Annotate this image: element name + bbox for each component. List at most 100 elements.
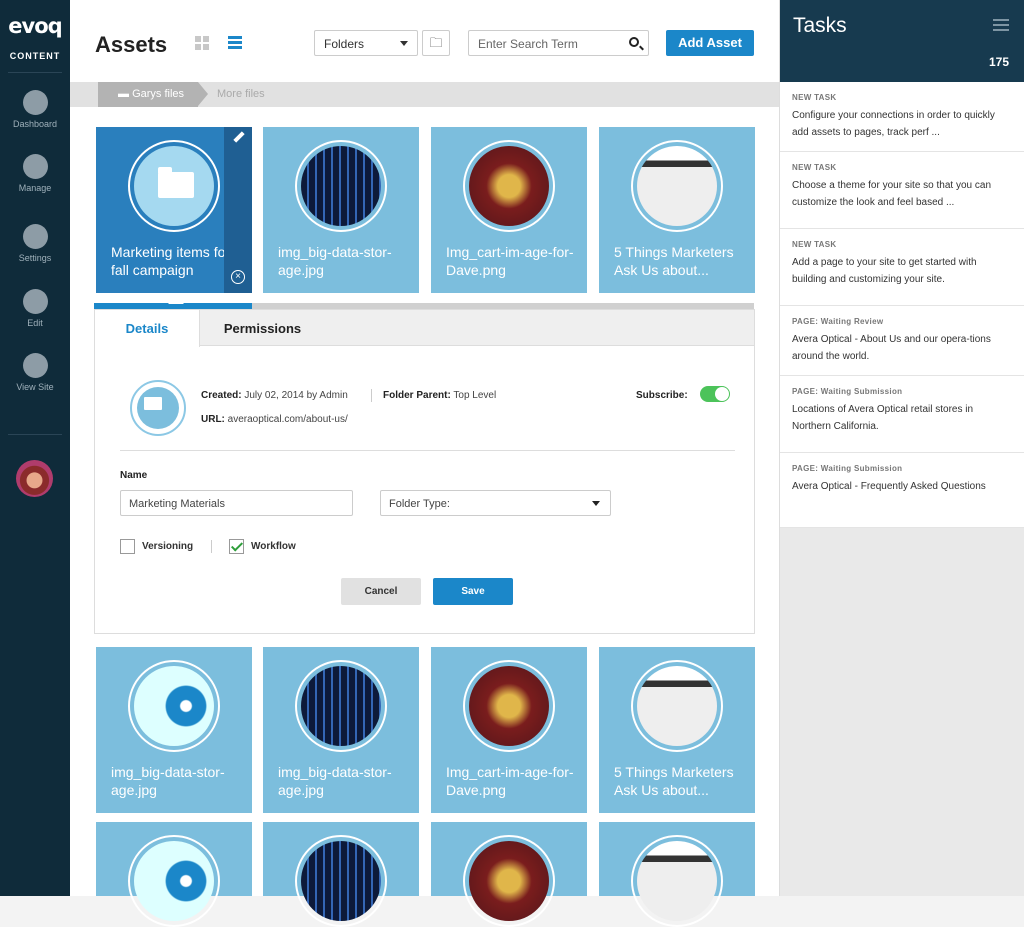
folders-select-value: Folders [324,37,365,51]
folder-plus-icon: 🗀 [429,35,443,50]
asset-name: Marketing items for fall campaign [111,244,231,278]
asset-tile[interactable]: Img_cart-im-age-for-Dave.png [431,127,587,293]
sidebar-item-label: Dashboard [12,119,58,129]
asset-thumbnail [631,835,723,927]
versioning-label: Versioning [142,541,194,552]
exit-arrow-icon [22,353,48,378]
task-item[interactable]: PAGE: Waiting Submission Locations of Av… [780,376,1024,453]
asset-thumbnail [128,660,220,752]
sidebar-item-settings[interactable]: Settings [0,224,70,263]
task-item[interactable]: NEW TASK Add a page to your site to get … [780,229,1024,306]
tasks-header: Tasks 175 [780,0,1024,82]
task-text: Add a page to your site to get started w… [792,257,977,285]
tab-details[interactable]: Details [95,310,200,347]
task-text: Configure your connections in order to q… [792,110,995,138]
list-view-icon[interactable] [228,36,242,50]
breadcrumb: ▬ Garys files More files [70,82,779,107]
details-panel: Details Permissions Created: July 02, 20… [94,309,755,634]
parent-label: Folder Parent: [383,390,451,401]
grid-view-icon[interactable] [195,36,209,50]
asset-tile[interactable]: img_big-data-stor-age.jpg [96,647,252,813]
task-tag: NEW TASK [792,240,837,249]
asset-tile[interactable] [96,822,252,927]
dashboard-icon [22,90,48,115]
avatar[interactable] [16,460,53,497]
asset-tile[interactable]: img_big-data-stor-age.jpg [263,647,419,813]
asset-tile[interactable] [431,822,587,927]
asset-thumbnail [128,835,220,927]
asset-name: Img_cart-im-age-for-Dave.png [446,764,574,798]
asset-name: img_big-data-stor-age.jpg [278,244,392,278]
url-meta: URL: averaoptical.com/about-us/ [201,414,348,425]
sidebar-divider [8,434,62,435]
url-label: URL: [201,414,225,425]
sidebar-item-label: Edit [27,318,43,328]
breadcrumb-current-label: Garys files [132,88,185,100]
asset-name: img_big-data-stor-age.jpg [111,764,225,798]
workflow-label: Workflow [251,541,296,552]
new-folder-button[interactable]: 🗀 [422,30,450,56]
menu-icon[interactable] [993,19,1009,31]
cancel-button[interactable]: Cancel [341,578,421,605]
manage-icon [22,154,48,179]
edit-icon[interactable] [233,131,245,143]
name-field[interactable]: Marketing Materials [120,490,353,516]
sidebar-item-dashboard[interactable]: Dashboard [0,90,70,129]
sidebar-item-view-site[interactable]: View Site [0,353,70,392]
asset-tile[interactable]: 5 Things Marketers Ask Us about... [599,127,755,293]
task-item[interactable]: PAGE: Waiting Review Avera Optical - Abo… [780,306,1024,376]
task-item[interactable]: NEW TASK Choose a theme for your site so… [780,152,1024,229]
breadcrumb-next[interactable]: More files [217,82,265,107]
asset-thumbnail [631,660,723,752]
asset-name: 5 Things Marketers Ask Us about... [614,244,734,278]
asset-thumbnail [295,660,387,752]
created-value: July 02, 2014 by Admin [244,390,348,401]
brand-subtitle: CONTENT [9,51,61,61]
asset-tile[interactable]: Img_cart-im-age-for-Dave.png [431,647,587,813]
pencil-icon [22,289,48,314]
sidebar-item-edit[interactable]: Edit [0,289,70,328]
search-placeholder: Enter Search Term [478,37,578,51]
gear-icon [22,224,48,249]
search-icon[interactable] [629,37,639,47]
tasks-count: 175 [988,55,1009,69]
asset-tile[interactable] [263,822,419,927]
task-item[interactable]: NEW TASK Configure your connections in o… [780,82,1024,152]
folder-type-select[interactable]: Folder Type: [380,490,611,516]
breadcrumb-current[interactable]: ▬ Garys files [98,82,208,107]
tab-permissions[interactable]: Permissions [200,310,325,346]
subscribe-toggle[interactable] [700,386,730,402]
folder-icon [158,167,194,198]
asset-tile[interactable] [599,822,755,927]
evoq-logo[interactable]: evoq [0,14,70,38]
left-sidebar: evoq CONTENT Dashboard Manage Settings E… [0,0,70,896]
sidebar-item-label: Manage [18,183,52,193]
url-value: averaoptical.com/about-us/ [227,414,348,425]
versioning-checkbox[interactable] [120,539,135,554]
add-asset-button[interactable]: Add Asset [666,30,754,56]
task-text: Locations of Avera Optical retail stores… [792,404,974,432]
tasks-title: Tasks [793,14,847,37]
created-label: Created: [201,390,242,401]
save-button[interactable]: Save [433,578,513,605]
task-item[interactable]: PAGE: Waiting Submission Avera Optical -… [780,453,1024,528]
task-text: Choose a theme for your site so that you… [792,180,991,208]
search-input[interactable]: Enter Search Term [468,30,649,56]
asset-name: Img_cart-im-age-for-Dave.png [446,244,574,278]
parent-meta: Folder Parent: Top Level [383,390,496,401]
close-icon[interactable]: × [231,270,245,284]
task-text: Avera Optical - About Us and our opera-t… [792,334,991,362]
task-tag: PAGE: Waiting Submission [792,464,903,473]
asset-thumbnail [463,140,555,232]
folder-icon: ▬ [118,88,133,100]
workflow-checkbox[interactable] [229,539,244,554]
selection-pointer [168,296,184,304]
asset-tile[interactable]: img_big-data-stor-age.jpg [263,127,419,293]
sidebar-item-manage[interactable]: Manage [0,154,70,193]
asset-tile[interactable]: Marketing items for fall campaign × [96,127,252,293]
asset-tile[interactable]: 5 Things Marketers Ask Us about... [599,647,755,813]
asset-thumbnail [295,140,387,232]
checkbox-divider [211,540,212,553]
folders-select[interactable]: Folders [314,30,418,56]
asset-thumbnail [295,835,387,927]
